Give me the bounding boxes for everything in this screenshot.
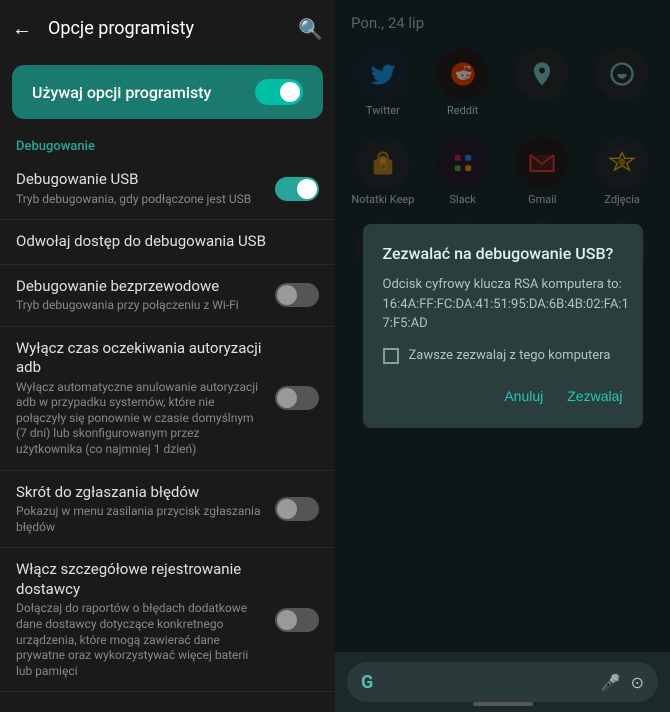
- left-panel: ← Opcje programisty 🔍 Używaj opcji progr…: [0, 0, 335, 712]
- vendor-logging-toggle[interactable]: [275, 608, 319, 632]
- settings-item-text: Debugowanie USB Tryb debugowania, gdy po…: [16, 170, 275, 207]
- main-toggle-label: Używaj opcji programisty: [32, 83, 211, 102]
- bug-shortcut-toggle[interactable]: [275, 497, 319, 521]
- main-toggle-switch[interactable]: [255, 79, 303, 105]
- dialog-overlay: Zezwalać na debugowanie USB? Odcisk cyfr…: [335, 0, 670, 652]
- settings-item-text: Skrót do zgłaszania błędów Pokazuj w men…: [16, 483, 275, 536]
- search-icon[interactable]: 🔍: [298, 17, 323, 41]
- bug-shortcut-title: Skrót do zgłaszania błędów: [16, 483, 263, 503]
- always-allow-label: Zawsze zezwalaj z tego komputera: [409, 348, 611, 363]
- right-panel: Pon., 24 lip Twitter Reddit: [335, 0, 670, 712]
- settings-item-wireless-debug[interactable]: Debugowanie bezprzewodowe Tryb debugowan…: [0, 265, 335, 327]
- settings-item-text: Wyłącz czas oczekiwania autoryzacji adb …: [16, 339, 275, 458]
- search-bar-right: 🎤 ⊙: [601, 673, 644, 692]
- wireless-debug-subtitle: Tryb debugowania przy połączeniu z Wi-Fi: [16, 298, 263, 314]
- usb-debug-dialog: Zezwalać na debugowanie USB? Odcisk cyfr…: [363, 224, 643, 428]
- adb-auth-subtitle: Wyłącz automatyczne anulowanie autoryzac…: [16, 380, 263, 458]
- settings-item-vendor-logging[interactable]: Włącz szczegółowe rejestrowanie dostawcy…: [0, 548, 335, 692]
- section-label: Debugowanie: [0, 127, 335, 158]
- settings-item-adb-auth[interactable]: Wyłącz czas oczekiwania autoryzacji adb …: [0, 327, 335, 471]
- settings-item-bug-shortcut[interactable]: Skrót do zgłaszania błędów Pokazuj w men…: [0, 471, 335, 549]
- main-toggle-section[interactable]: Używaj opcji programisty: [12, 65, 323, 119]
- adb-auth-title: Wyłącz czas oczekiwania autoryzacji adb: [16, 339, 263, 378]
- dialog-allow-button[interactable]: Zezwalaj: [567, 384, 622, 408]
- dialog-buttons: Anuluj Zezwalaj: [383, 384, 623, 408]
- revoke-usb-title: Odwołaj dostęp do debugowania USB: [16, 232, 307, 252]
- usb-debug-subtitle: Tryb debugowania, gdy podłączone jest US…: [16, 192, 263, 208]
- settings-item-revoke-usb[interactable]: Odwołaj dostęp do debugowania USB: [0, 220, 335, 265]
- settings-item-text: Debugowanie bezprzewodowe Tryb debugowan…: [16, 277, 275, 314]
- always-allow-checkbox[interactable]: [383, 348, 399, 364]
- page-title: Opcje programisty: [48, 18, 282, 39]
- adb-auth-toggle[interactable]: [275, 386, 319, 410]
- dialog-body: Odcisk cyfrowy klucza RSA komputera to: …: [383, 275, 623, 334]
- home-indicator: [473, 702, 533, 706]
- wireless-debug-title: Debugowanie bezprzewodowe: [16, 277, 263, 297]
- back-icon[interactable]: ←: [12, 16, 32, 41]
- search-bar[interactable]: G 🎤 ⊙: [347, 662, 658, 702]
- google-icon: G: [361, 672, 373, 693]
- settings-item-text: Włącz szczegółowe rejestrowanie dostawcy…: [16, 560, 275, 679]
- vendor-logging-title: Włącz szczegółowe rejestrowanie dostawcy: [16, 560, 263, 599]
- settings-item-usb-debug[interactable]: Debugowanie USB Tryb debugowania, gdy po…: [0, 158, 335, 220]
- dialog-cancel-button[interactable]: Anuluj: [504, 384, 543, 408]
- usb-debug-toggle[interactable]: [275, 177, 319, 201]
- dialog-checkbox-row: Zawsze zezwalaj z tego komputera: [383, 348, 623, 364]
- bug-shortcut-subtitle: Pokazuj w menu zasilania przycisk zgłasz…: [16, 504, 263, 535]
- wireless-debug-toggle[interactable]: [275, 283, 319, 307]
- mic-icon[interactable]: 🎤: [601, 673, 621, 692]
- settings-list: Debugowanie USB Tryb debugowania, gdy po…: [0, 158, 335, 712]
- usb-debug-title: Debugowanie USB: [16, 170, 263, 190]
- dialog-title: Zezwalać na debugowanie USB?: [383, 244, 623, 263]
- lens-icon[interactable]: ⊙: [631, 673, 644, 692]
- vendor-logging-subtitle: Dołączaj do raportów o błędach dodatkowe…: [16, 601, 263, 679]
- left-header: ← Opcje programisty 🔍: [0, 0, 335, 57]
- settings-item-text: Odwołaj dostęp do debugowania USB: [16, 232, 319, 252]
